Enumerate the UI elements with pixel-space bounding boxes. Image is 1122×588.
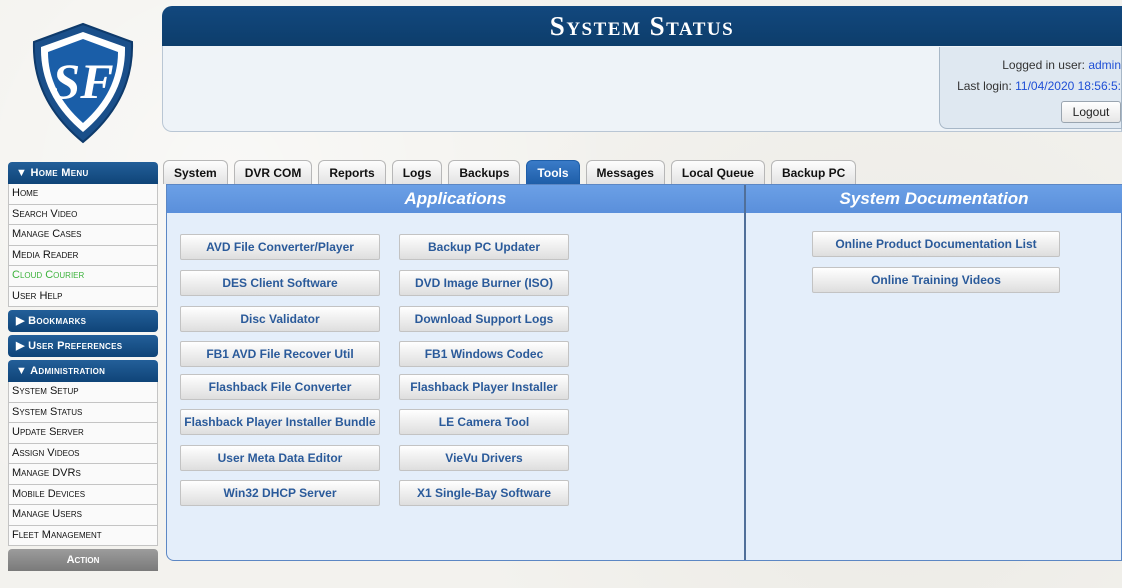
logged-in-user: admin xyxy=(1088,58,1121,72)
disc-validator-button[interactable]: Disc Validator xyxy=(180,306,380,332)
tab-backups[interactable]: Backups xyxy=(448,160,521,184)
sidebar-item-cloud-courier[interactable]: Cloud Courier xyxy=(8,266,158,287)
tab-dvr-com[interactable]: DVR COM xyxy=(233,160,313,184)
administration-header[interactable]: ▼ Administration xyxy=(8,360,158,382)
home-menu-header[interactable]: ▼ Home Menu xyxy=(8,162,158,184)
last-login-value: 11/04/2020 18:56:5: xyxy=(1015,79,1121,93)
sidebar-item-home[interactable]: Home xyxy=(8,184,158,205)
sidebar-item-mobile-devices[interactable]: Mobile Devices xyxy=(8,484,158,505)
page-title: System Status xyxy=(549,11,735,41)
tab-logs[interactable]: Logs xyxy=(391,160,443,184)
sidebar-item-manage-users[interactable]: Manage Users xyxy=(8,505,158,526)
logged-in-line: Logged in user: admin xyxy=(940,55,1121,76)
win32-dhcp-server-button[interactable]: Win32 DHCP Server xyxy=(180,480,380,506)
sidebar-item-system-status[interactable]: System Status xyxy=(8,402,158,423)
tab-local-queue[interactable]: Local Queue xyxy=(670,160,765,184)
logged-in-label: Logged in user: xyxy=(1002,58,1085,72)
tab-system[interactable]: System xyxy=(163,160,228,184)
sidebar-item-media-reader[interactable]: Media Reader xyxy=(8,245,158,266)
login-info-box: Logged in user: admin Last login: 11/04/… xyxy=(939,47,1122,129)
tools-panel: Applications System Documentation AVD Fi… xyxy=(166,184,1122,561)
flashback-file-converter-button[interactable]: Flashback File Converter xyxy=(180,374,380,400)
le-camera-tool-button[interactable]: LE Camera Tool xyxy=(399,409,569,435)
des-client-software-button[interactable]: DES Client Software xyxy=(180,270,380,296)
avd-file-converter-button[interactable]: AVD File Converter/Player xyxy=(180,234,380,260)
backup-pc-updater-button[interactable]: Backup PC Updater xyxy=(399,234,569,260)
tab-tools[interactable]: Tools xyxy=(526,160,580,184)
online-product-documentation-button[interactable]: Online Product Documentation List xyxy=(812,231,1060,257)
last-login-label: Last login: xyxy=(957,79,1012,93)
sidebar-item-manage-cases[interactable]: Manage Cases xyxy=(8,225,158,246)
tab-reports[interactable]: Reports xyxy=(318,160,386,184)
bookmarks-header[interactable]: ▶ Bookmarks xyxy=(8,310,158,332)
vievu-drivers-button[interactable]: VieVu Drivers xyxy=(399,445,569,471)
column-divider xyxy=(744,185,746,560)
sidebar-item-system-setup[interactable]: System Setup xyxy=(8,382,158,403)
applications-header: Applications xyxy=(167,185,744,213)
sidebar-item-manage-dvrs[interactable]: Manage DVRs xyxy=(8,464,158,485)
dvd-image-burner-button[interactable]: DVD Image Burner (ISO) xyxy=(399,270,569,296)
fb1-avd-file-recover-button[interactable]: FB1 AVD File Recover Util xyxy=(180,341,380,367)
sidebar-item-fleet-management[interactable]: Fleet Management xyxy=(8,525,158,546)
sf-shield-logo: SF xyxy=(32,22,134,144)
sidebar-item-user-help[interactable]: User Help xyxy=(8,286,158,307)
tab-messages[interactable]: Messages xyxy=(585,160,665,184)
logout-button[interactable]: Logout xyxy=(1061,101,1121,123)
last-login-line: Last login: 11/04/2020 18:56:5: xyxy=(940,76,1121,97)
system-documentation-header: System Documentation xyxy=(746,185,1122,213)
user-meta-data-editor-button[interactable]: User Meta Data Editor xyxy=(180,445,380,471)
header-bar: System Status xyxy=(162,6,1122,46)
user-preferences-header[interactable]: ▶ User Preferences xyxy=(8,335,158,357)
svg-text:SF: SF xyxy=(52,53,113,109)
sidebar-menu: ▼ Home Menu Home Search Video Manage Cas… xyxy=(8,162,158,571)
flashback-player-installer-bundle-button[interactable]: Flashback Player Installer Bundle xyxy=(180,409,380,435)
online-training-videos-button[interactable]: Online Training Videos xyxy=(812,267,1060,293)
sidebar-item-search-video[interactable]: Search Video xyxy=(8,204,158,225)
sidebar-item-assign-videos[interactable]: Assign Videos xyxy=(8,443,158,464)
tab-bar: System DVR COM Reports Logs Backups Tool… xyxy=(163,160,862,184)
download-support-logs-button[interactable]: Download Support Logs xyxy=(399,306,569,332)
x1-single-bay-software-button[interactable]: X1 Single-Bay Software xyxy=(399,480,569,506)
action-header[interactable]: Action xyxy=(8,549,158,571)
tab-backup-pc[interactable]: Backup PC xyxy=(770,160,857,184)
flashback-player-installer-button[interactable]: Flashback Player Installer xyxy=(399,374,569,400)
fb1-windows-codec-button[interactable]: FB1 Windows Codec xyxy=(399,341,569,367)
sidebar-item-update-server[interactable]: Update Server xyxy=(8,423,158,444)
